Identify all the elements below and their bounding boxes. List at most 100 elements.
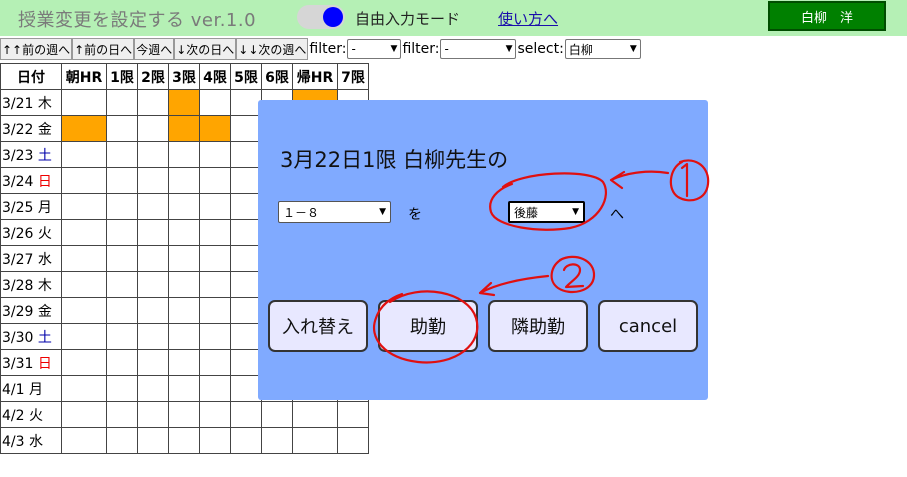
timetable-cell-morning-hr[interactable] xyxy=(61,115,107,142)
timetable-cell-morning-hr[interactable] xyxy=(61,297,107,324)
timetable-cell-period-5[interactable] xyxy=(230,323,262,350)
timetable-cell-period-1[interactable] xyxy=(106,375,138,402)
timetable-cell-period-1[interactable] xyxy=(106,219,138,246)
timetable-cell-period-3[interactable] xyxy=(168,271,200,298)
timetable-cell-period-3[interactable] xyxy=(168,141,200,168)
timetable-cell-period-2[interactable] xyxy=(137,427,169,454)
timetable-cell-period-5[interactable] xyxy=(230,271,262,298)
timetable-cell-period-5[interactable] xyxy=(230,89,262,116)
timetable-cell-period-1[interactable] xyxy=(106,245,138,272)
timetable-cell-period-2[interactable] xyxy=(137,271,169,298)
timetable-cell-period-2[interactable] xyxy=(137,219,169,246)
timetable-cell-period-1[interactable] xyxy=(106,167,138,194)
swap-button[interactable]: 入れ替え xyxy=(268,300,368,352)
timetable-cell-period-6[interactable] xyxy=(261,427,293,454)
timetable-cell-period-1[interactable] xyxy=(106,297,138,324)
timetable-cell-morning-hr[interactable] xyxy=(61,375,107,402)
timetable-cell-period-3[interactable] xyxy=(168,219,200,246)
timetable-cell-period-2[interactable] xyxy=(137,115,169,142)
filter-select-2[interactable]: - ▼ xyxy=(440,39,517,59)
timetable-cell-period-2[interactable] xyxy=(137,297,169,324)
timetable-cell-period-4[interactable] xyxy=(199,427,231,454)
timetable-cell-period-4[interactable] xyxy=(199,323,231,350)
timetable-cell-period-7[interactable] xyxy=(337,427,369,454)
timetable-cell-period-2[interactable] xyxy=(137,89,169,116)
timetable-cell-period-2[interactable] xyxy=(137,193,169,220)
timetable-cell-period-2[interactable] xyxy=(137,141,169,168)
timetable-cell-period-5[interactable] xyxy=(230,115,262,142)
timetable-cell-period-1[interactable] xyxy=(106,427,138,454)
timetable-cell-period-4[interactable] xyxy=(199,193,231,220)
timetable-cell-morning-hr[interactable] xyxy=(61,323,107,350)
timetable-cell-period-4[interactable] xyxy=(199,245,231,272)
timetable-cell-period-4[interactable] xyxy=(199,219,231,246)
next-day-button[interactable]: ↓次の日へ xyxy=(174,38,237,60)
timetable-cell-period-4[interactable] xyxy=(199,89,231,116)
timetable-cell-period-3[interactable] xyxy=(168,89,200,116)
user-button[interactable]: 白柳 洋 xyxy=(768,1,886,31)
neighbor-assist-button[interactable]: 隣助勤 xyxy=(488,300,588,352)
timetable-cell-period-2[interactable] xyxy=(137,401,169,428)
teacher-select[interactable]: 白柳 ▼ xyxy=(564,39,641,59)
timetable-cell-period-6[interactable] xyxy=(261,401,293,428)
next-week-button[interactable]: ↓↓次の週へ xyxy=(236,38,309,60)
timetable-cell-period-1[interactable] xyxy=(106,89,138,116)
timetable-cell-morning-hr[interactable] xyxy=(61,271,107,298)
timetable-cell-period-1[interactable] xyxy=(106,271,138,298)
timetable-cell-period-1[interactable] xyxy=(106,401,138,428)
timetable-cell-period-2[interactable] xyxy=(137,167,169,194)
timetable-cell-period-5[interactable] xyxy=(230,297,262,324)
timetable-cell-morning-hr[interactable] xyxy=(61,245,107,272)
timetable-cell-period-7[interactable] xyxy=(337,401,369,428)
timetable-cell-period-3[interactable] xyxy=(168,167,200,194)
timetable-cell-period-1[interactable] xyxy=(106,193,138,220)
timetable-cell-period-1[interactable] xyxy=(106,115,138,142)
timetable-cell-period-4[interactable] xyxy=(199,271,231,298)
timetable-cell-morning-hr[interactable] xyxy=(61,427,107,454)
timetable-cell-period-5[interactable] xyxy=(230,141,262,168)
timetable-cell-homeroom[interactable] xyxy=(292,427,338,454)
timetable-cell-period-4[interactable] xyxy=(199,349,231,376)
timetable-cell-period-4[interactable] xyxy=(199,401,231,428)
timetable-cell-period-5[interactable] xyxy=(230,245,262,272)
timetable-cell-morning-hr[interactable] xyxy=(61,193,107,220)
free-input-mode-toggle[interactable] xyxy=(297,5,345,29)
timetable-cell-period-3[interactable] xyxy=(168,193,200,220)
timetable-cell-period-2[interactable] xyxy=(137,323,169,350)
timetable-cell-period-4[interactable] xyxy=(199,167,231,194)
timetable-cell-morning-hr[interactable] xyxy=(61,219,107,246)
timetable-cell-period-5[interactable] xyxy=(230,427,262,454)
timetable-cell-morning-hr[interactable] xyxy=(61,401,107,428)
timetable-cell-period-5[interactable] xyxy=(230,349,262,376)
timetable-cell-morning-hr[interactable] xyxy=(61,349,107,376)
timetable-cell-morning-hr[interactable] xyxy=(61,141,107,168)
timetable-cell-period-1[interactable] xyxy=(106,323,138,350)
timetable-cell-period-2[interactable] xyxy=(137,375,169,402)
timetable-cell-period-3[interactable] xyxy=(168,375,200,402)
timetable-cell-period-4[interactable] xyxy=(199,375,231,402)
timetable-cell-period-5[interactable] xyxy=(230,401,262,428)
timetable-cell-period-3[interactable] xyxy=(168,323,200,350)
class-select[interactable]: １－８ ▼ xyxy=(278,201,391,223)
timetable-cell-homeroom[interactable] xyxy=(292,401,338,428)
timetable-cell-period-4[interactable] xyxy=(199,141,231,168)
substitute-teacher-select[interactable]: 後藤 ▼ xyxy=(508,201,585,223)
timetable-cell-morning-hr[interactable] xyxy=(61,167,107,194)
timetable-cell-period-3[interactable] xyxy=(168,401,200,428)
timetable-cell-period-3[interactable] xyxy=(168,349,200,376)
timetable-cell-period-3[interactable] xyxy=(168,427,200,454)
help-link[interactable]: 使い方へ xyxy=(498,8,558,29)
timetable-cell-period-5[interactable] xyxy=(230,375,262,402)
timetable-cell-period-5[interactable] xyxy=(230,167,262,194)
timetable-cell-period-3[interactable] xyxy=(168,245,200,272)
timetable-cell-period-4[interactable] xyxy=(199,115,231,142)
timetable-cell-period-1[interactable] xyxy=(106,349,138,376)
timetable-cell-morning-hr[interactable] xyxy=(61,89,107,116)
filter-select-1[interactable]: - ▼ xyxy=(347,39,402,59)
assist-button[interactable]: 助勤 xyxy=(378,300,478,352)
prev-week-button[interactable]: ↑↑前の週へ xyxy=(0,38,73,60)
timetable-cell-period-3[interactable] xyxy=(168,297,200,324)
cancel-button[interactable]: cancel xyxy=(598,300,698,352)
timetable-cell-period-4[interactable] xyxy=(199,297,231,324)
timetable-cell-period-2[interactable] xyxy=(137,245,169,272)
